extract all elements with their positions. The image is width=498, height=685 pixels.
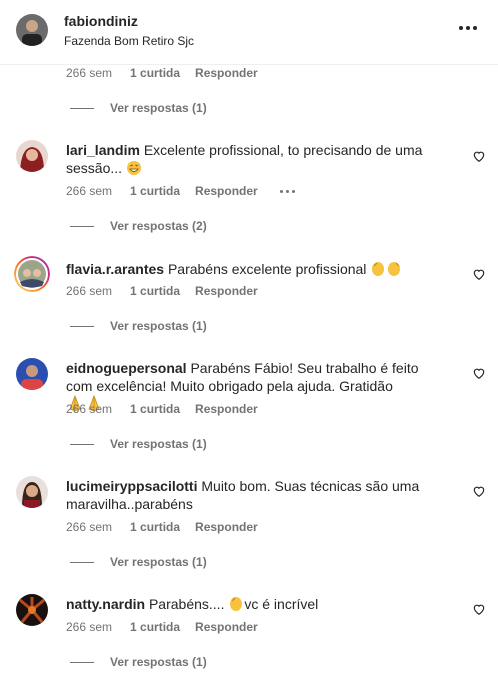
comment-time: 266 sem bbox=[66, 402, 113, 416]
heart-icon[interactable] bbox=[472, 484, 486, 498]
comment-text: lucimeiryppsacilotti Muito bom. Suas téc… bbox=[66, 477, 426, 513]
view-replies-label: Ver respostas (2) bbox=[110, 219, 207, 233]
divider-line bbox=[70, 661, 94, 663]
post-location[interactable]: Fazenda Bom Retiro Sjc bbox=[64, 34, 194, 48]
view-replies-label: Ver respostas (1) bbox=[110, 319, 207, 333]
heart-icon[interactable] bbox=[472, 267, 486, 281]
clapping-hand-emoji bbox=[230, 597, 243, 611]
reply-button[interactable]: Responder bbox=[195, 66, 258, 80]
comment-likes[interactable]: 1 curtida bbox=[130, 520, 180, 534]
view-replies-label: Ver respostas (1) bbox=[110, 437, 207, 451]
heart-icon[interactable] bbox=[472, 366, 486, 380]
comment-likes[interactable]: 1 curtida bbox=[130, 284, 180, 298]
comment-username[interactable]: eidnoguepersonal bbox=[66, 360, 187, 376]
view-replies-label: Ver respostas (1) bbox=[110, 555, 207, 569]
comment-meta: 266 sem 1 curtida Responder bbox=[66, 284, 258, 298]
divider-line bbox=[70, 325, 94, 327]
reply-button[interactable]: Responder bbox=[195, 620, 258, 634]
more-horizontal-icon[interactable] bbox=[456, 16, 480, 40]
comment-body: Parabéns.... bbox=[148, 596, 225, 612]
reply-button[interactable]: Responder bbox=[195, 402, 258, 416]
comment-username[interactable]: lucimeiryppsacilotti bbox=[66, 478, 197, 494]
heart-icon[interactable] bbox=[472, 149, 486, 163]
view-replies-label: Ver respostas (1) bbox=[110, 101, 207, 115]
comment-options-icon[interactable] bbox=[279, 189, 295, 193]
comment-username[interactable]: lari_landim bbox=[66, 142, 140, 158]
comment-meta: 266 sem 1 curtida Responder bbox=[66, 184, 295, 198]
grinning-sweat-emoji bbox=[126, 161, 141, 175]
comment-text: flavia.r.arantes Parabéns excelente prof… bbox=[66, 260, 426, 278]
comment-time: 266 sem bbox=[66, 184, 113, 198]
reply-button[interactable]: Responder bbox=[195, 520, 258, 534]
comment-meta: 266 sem 1 curtida Responder bbox=[66, 66, 258, 80]
avatar[interactable] bbox=[16, 594, 48, 626]
divider-line bbox=[70, 443, 94, 445]
view-replies-button[interactable]: Ver respostas (1) bbox=[70, 101, 207, 115]
reply-button[interactable]: Responder bbox=[195, 184, 258, 198]
avatar[interactable] bbox=[16, 358, 48, 390]
reply-button[interactable]: Responder bbox=[195, 284, 258, 298]
clapping-hands-emoji bbox=[372, 262, 401, 276]
post-author-username[interactable]: fabiondiniz bbox=[64, 13, 138, 29]
view-replies-button[interactable]: Ver respostas (1) bbox=[70, 555, 207, 569]
divider-line bbox=[70, 225, 94, 227]
comment-likes[interactable]: 1 curtida bbox=[130, 620, 180, 634]
comment-text: lari_landim Excelente profissional, to p… bbox=[66, 141, 426, 177]
comment-time: 266 sem bbox=[66, 66, 113, 80]
view-replies-button[interactable]: Ver respostas (2) bbox=[70, 219, 207, 233]
comment-likes[interactable]: 1 curtida bbox=[130, 402, 180, 416]
avatar[interactable] bbox=[14, 256, 50, 292]
view-replies-label: Ver respostas (1) bbox=[110, 655, 207, 669]
comment-meta: 266 sem 1 curtida Responder bbox=[66, 620, 258, 634]
comment-body-end: vc é incrível bbox=[244, 596, 319, 612]
comment-meta: 266 sem 1 curtida Responder bbox=[66, 520, 258, 534]
comment-likes[interactable]: 1 curtida bbox=[130, 66, 180, 80]
comment-time: 266 sem bbox=[66, 520, 113, 534]
comment-body: Parabéns excelente profissional bbox=[167, 261, 367, 277]
view-replies-button[interactable]: Ver respostas (1) bbox=[70, 655, 207, 669]
view-replies-button[interactable]: Ver respostas (1) bbox=[70, 319, 207, 333]
comment-meta: 266 sem 1 curtida Responder bbox=[66, 402, 258, 416]
comment-likes[interactable]: 1 curtida bbox=[130, 184, 180, 198]
avatar[interactable] bbox=[16, 476, 48, 508]
view-replies-button[interactable]: Ver respostas (1) bbox=[70, 437, 207, 451]
comment-username[interactable]: natty.nardin bbox=[66, 596, 145, 612]
avatar[interactable] bbox=[16, 140, 48, 172]
comment-time: 266 sem bbox=[66, 284, 113, 298]
comment-text: natty.nardin Parabéns.... vc é incrível bbox=[66, 595, 426, 613]
avatar[interactable] bbox=[16, 14, 48, 46]
heart-icon[interactable] bbox=[472, 602, 486, 616]
comment-time: 266 sem bbox=[66, 620, 113, 634]
post-header: fabiondiniz Fazenda Bom Retiro Sjc bbox=[0, 0, 498, 65]
comment-username[interactable]: flavia.r.arantes bbox=[66, 261, 164, 277]
divider-line bbox=[70, 107, 94, 109]
divider-line bbox=[70, 561, 94, 563]
